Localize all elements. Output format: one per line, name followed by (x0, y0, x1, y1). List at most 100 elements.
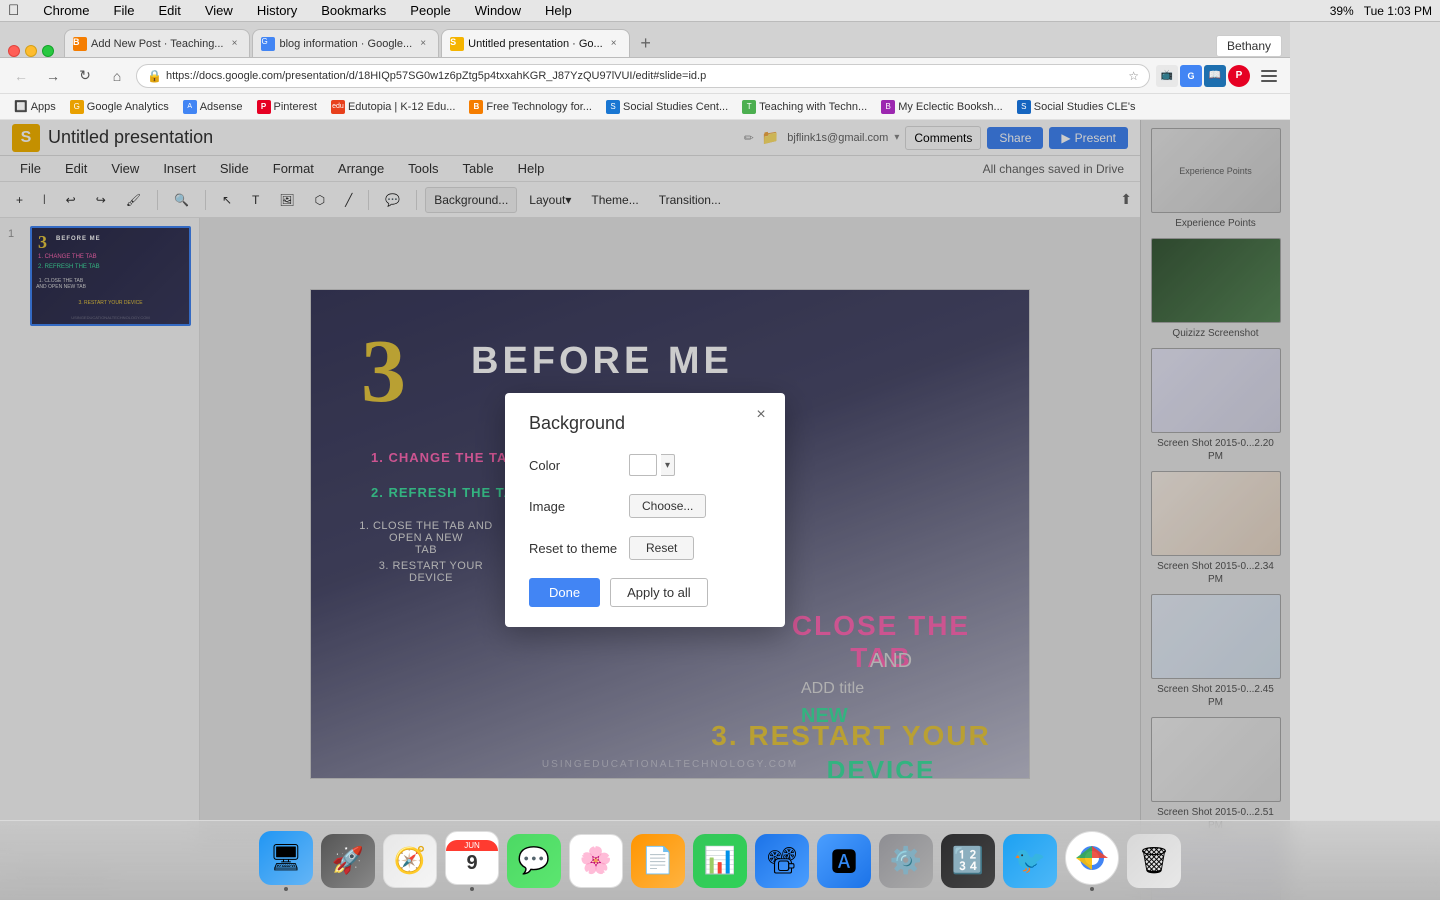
gs-ext-icon[interactable]: G (1180, 65, 1202, 87)
dock-finder[interactable]: 🖥 (259, 831, 313, 891)
choose-image-button[interactable]: Choose... (629, 494, 706, 518)
tab-3[interactable]: S Untitled presentation · Go... × (441, 29, 630, 57)
twitter-icon: 🐦 (1003, 834, 1057, 888)
dock: 🖥 🚀 🧭 JUN 9 💬 🌸 📄 (0, 820, 1440, 900)
menu-chrome[interactable]: Chrome (39, 3, 93, 18)
bookmark-teaching[interactable]: T Teaching with Techn... (736, 98, 873, 116)
tab-2[interactable]: G blog information · Google... × (252, 29, 439, 57)
menu-edit[interactable]: Edit (154, 3, 184, 18)
keynote-icon: 📽 (755, 834, 809, 888)
home-button[interactable]: ⌂ (104, 63, 130, 89)
mac-menu-bar:  Chrome File Edit View History Bookmark… (0, 0, 1440, 22)
dock-chrome[interactable] (1065, 831, 1119, 891)
dialog-close-button[interactable]: × (751, 405, 771, 425)
bookmark-edutopia[interactable]: edu Edutopia | K-12 Edu... (325, 98, 461, 116)
adsense-label: Adsense (200, 101, 243, 113)
maximize-window-button[interactable] (42, 45, 54, 57)
dock-sysprefs[interactable]: ⚙️ (879, 834, 933, 888)
dock-safari[interactable]: 🧭 (383, 834, 437, 888)
back-button[interactable]: ← (8, 63, 34, 89)
screenshare-ext-icon[interactable]: 📺 (1156, 65, 1178, 87)
eclectic-icon: B (881, 100, 895, 114)
menu-file[interactable]: File (110, 3, 139, 18)
cles-label: Social Studies CLE's (1034, 101, 1136, 113)
dock-twitter[interactable]: 🐦 (1003, 834, 1057, 888)
reset-button[interactable]: Reset (629, 536, 694, 560)
photos-icon: 🌸 (569, 834, 623, 888)
done-button[interactable]: Done (529, 578, 600, 607)
freetech-label: Free Technology for... (486, 101, 592, 113)
bookmark-eclectic[interactable]: B My Eclectic Booksh... (875, 98, 1009, 116)
new-tab-button[interactable]: + (632, 29, 660, 57)
dock-numbers[interactable]: 📊 (693, 834, 747, 888)
dock-calculator[interactable]: 🔢 (941, 834, 995, 888)
read-ext-icon[interactable]: 📖 (1204, 65, 1226, 87)
chrome-icon (1065, 831, 1119, 885)
dock-trash[interactable]: 🗑 (1127, 834, 1181, 888)
tab3-title: Untitled presentation · Go... (468, 38, 603, 50)
color-row: Color ▾ (529, 454, 761, 476)
dock-appstore[interactable]: 🅰 (817, 834, 871, 888)
tab3-close-button[interactable]: × (607, 37, 621, 51)
bookmark-cles[interactable]: S Social Studies CLE's (1011, 98, 1142, 116)
pages-icon: 📄 (631, 834, 685, 888)
bookmark-pinterest[interactable]: P Pinterest (251, 98, 323, 116)
color-picker[interactable]: ▾ (629, 454, 675, 476)
tab1-close-button[interactable]: × (227, 37, 241, 51)
menu-view[interactable]: View (201, 3, 237, 18)
tab-1[interactable]: B Add New Post · Teaching... × (64, 29, 250, 57)
eclectic-label: My Eclectic Booksh... (898, 101, 1003, 113)
minimize-window-button[interactable] (25, 45, 37, 57)
star-icon[interactable]: ☆ (1128, 69, 1139, 83)
dock-launchpad[interactable]: 🚀 (321, 834, 375, 888)
reset-theme-label: Reset to theme (529, 541, 629, 556)
bookmark-analytics[interactable]: G Google Analytics (64, 98, 175, 116)
bethany-profile-button[interactable]: Bethany (1216, 35, 1282, 57)
bookmark-socialstudies[interactable]: S Social Studies Cent... (600, 98, 734, 116)
color-dropdown-button[interactable]: ▾ (661, 454, 675, 476)
dock-photos[interactable]: 🌸 (569, 834, 623, 888)
chrome-window: B Add New Post · Teaching... × G blog in… (0, 22, 1290, 900)
dock-calendar[interactable]: JUN 9 (445, 831, 499, 891)
teaching-label: Teaching with Techn... (759, 101, 867, 113)
bookmark-apps[interactable]: 🔲 Apps (8, 98, 62, 115)
main-area: S Untitled presentation ✏ 📁 bjflink1s@gm… (0, 120, 1290, 900)
safari-icon: 🧭 (383, 834, 437, 888)
edutopia-icon: edu (331, 100, 345, 114)
tab1-title: Add New Post · Teaching... (91, 38, 223, 50)
reset-row: Reset to theme Reset (529, 536, 761, 560)
dock-keynote[interactable]: 📽 (755, 834, 809, 888)
chrome-menu-button[interactable] (1256, 63, 1282, 89)
menu-history[interactable]: History (253, 3, 301, 18)
adsense-icon: A (183, 100, 197, 114)
forward-button[interactable]: → (40, 63, 66, 89)
bookmark-adsense[interactable]: A Adsense (177, 98, 249, 116)
address-box[interactable]: 🔒 https://docs.google.com/presentation/d… (136, 64, 1150, 88)
reload-button[interactable]: ↻ (72, 63, 98, 89)
dock-messages[interactable]: 💬 (507, 834, 561, 888)
pinterest-ext-icon[interactable]: P (1228, 65, 1250, 87)
bookmark-freetech[interactable]: B Free Technology for... (463, 98, 598, 116)
address-text: https://docs.google.com/presentation/d/1… (166, 70, 1124, 82)
freetech-icon: B (469, 100, 483, 114)
menu-bookmarks[interactable]: Bookmarks (317, 3, 390, 18)
calendar-icon: JUN 9 (445, 831, 499, 885)
teaching-icon: T (742, 100, 756, 114)
apply-to-all-button[interactable]: Apply to all (610, 578, 708, 607)
tab2-close-button[interactable]: × (416, 37, 430, 51)
modal-overlay[interactable]: Background × Color ▾ Image Choose... (0, 120, 1290, 900)
menu-help[interactable]: Help (541, 3, 576, 18)
menu-people[interactable]: People (406, 3, 454, 18)
image-label: Image (529, 499, 629, 514)
close-window-button[interactable] (8, 45, 20, 57)
apple-logo-icon[interactable]:  (8, 2, 19, 19)
traffic-lights (8, 45, 62, 57)
dock-pages[interactable]: 📄 (631, 834, 685, 888)
bookmarks-bar: 🔲 Apps G Google Analytics A Adsense P Pi… (0, 94, 1290, 120)
apps-bookmark-icon: 🔲 (14, 100, 28, 113)
menu-window[interactable]: Window (471, 3, 525, 18)
pinterest-label: Pinterest (274, 101, 317, 113)
color-swatch[interactable] (629, 454, 657, 476)
battery-status: 39% (1330, 4, 1354, 18)
tab3-favicon: S (450, 37, 464, 51)
